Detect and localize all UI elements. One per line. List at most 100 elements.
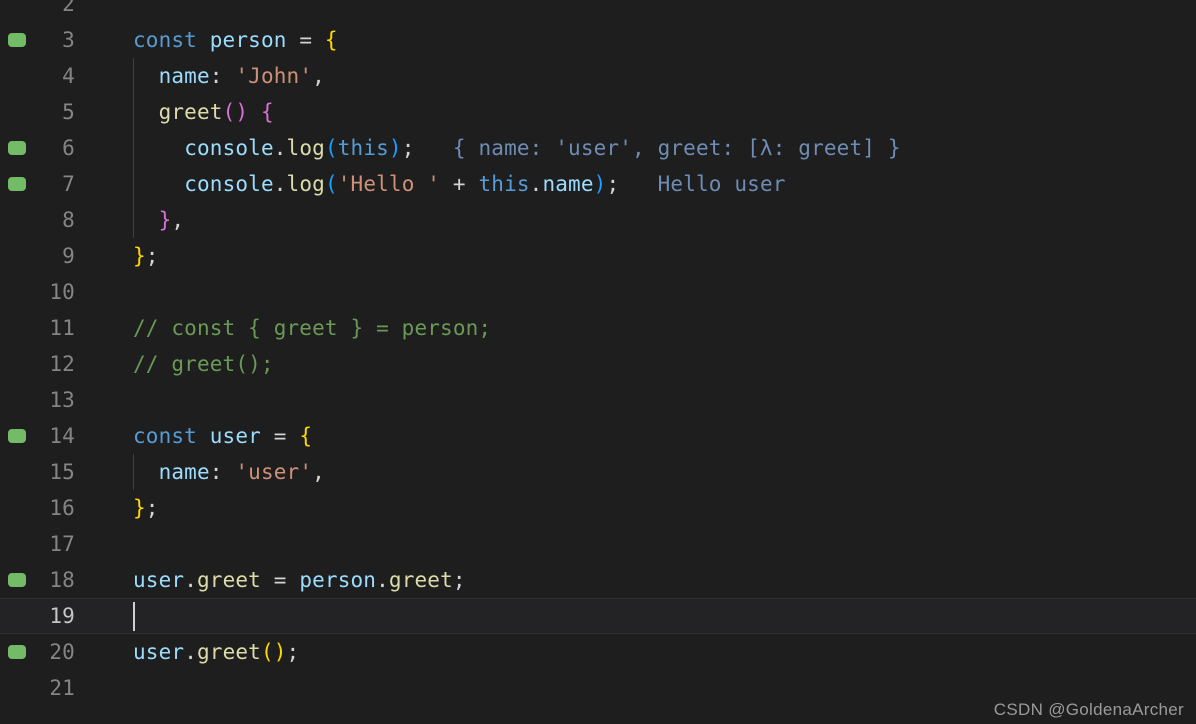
code-token: user [209, 424, 261, 448]
watermark: CSDN @GoldenaArcher [993, 700, 1184, 719]
code-token: : [209, 64, 223, 88]
line-code[interactable]: const person = { [133, 22, 338, 58]
code-token: { [324, 28, 338, 52]
code-token: ; [401, 136, 415, 160]
line-code[interactable]: }; [133, 238, 159, 274]
editor-line[interactable]: 16}; [0, 490, 1196, 526]
line-number: 4 [62, 64, 75, 88]
line-code[interactable]: // greet(); [133, 346, 274, 382]
code-token: name [158, 460, 210, 484]
editor-line[interactable]: 11 // const { greet } = person; [0, 310, 1196, 346]
line-code[interactable]: // const { greet } = person; [133, 310, 491, 346]
code-token: // greet(); [133, 352, 274, 376]
code-token: ( [324, 172, 338, 196]
code-token: ) [388, 136, 402, 160]
code-token: 'Hello ' [337, 172, 441, 196]
editor-line[interactable]: 13 [0, 382, 1196, 418]
editor-line[interactable]: 15 name: 'user', [0, 454, 1196, 490]
editor-line[interactable]: 17 [0, 526, 1196, 562]
code-token: + [452, 172, 466, 196]
line-code[interactable]: }; [133, 490, 159, 526]
line-code[interactable]: name: 'user', [133, 454, 325, 490]
line-code[interactable]: const user = { [133, 418, 312, 454]
line-number: 11 [49, 316, 75, 340]
editor-line[interactable]: 19 [0, 598, 1196, 634]
code-token: name [158, 64, 210, 88]
editor-line[interactable]: 5 greet() { [0, 94, 1196, 130]
code-editor[interactable]: 2 3 const person = {4 name: 'John', 5 greet… [0, 0, 1196, 724]
line-number: 18 [49, 568, 75, 592]
code-token: Hello user [619, 172, 786, 196]
code-token: = [273, 568, 287, 592]
editor-line[interactable]: 8 }, [0, 202, 1196, 238]
code-token: = [299, 28, 313, 52]
code-token: , [312, 460, 325, 484]
code-token: , [171, 208, 185, 232]
code-token: greet [196, 568, 261, 592]
code-token: { name: 'user', greet: [λ: greet] } [414, 136, 901, 160]
code-token: console [184, 172, 274, 196]
code-token: ) [235, 100, 249, 124]
code-token: ; [452, 568, 466, 592]
line-code[interactable]: name: 'John', [133, 58, 325, 94]
editor-line[interactable]: 2 [0, 0, 1196, 22]
code-token: ; [286, 640, 300, 664]
editor-line[interactable]: 4 name: 'John', [0, 58, 1196, 94]
editor-line[interactable]: 12 // greet(); [0, 346, 1196, 382]
editor-line[interactable]: 7 console.log('Hello ' + this.name); Hel… [0, 166, 1196, 202]
code-token: name [542, 172, 594, 196]
line-number: 14 [49, 424, 75, 448]
line-number: 12 [49, 352, 75, 376]
code-token: { [260, 100, 274, 124]
code-token: this [478, 172, 530, 196]
line-code[interactable]: console.log('Hello ' + this.name); Hello… [133, 166, 786, 202]
editor-line[interactable]: 10 [0, 274, 1196, 310]
code-token: . [184, 640, 197, 664]
line-code[interactable]: console.log(this); { name: 'user', greet… [133, 130, 901, 166]
editor-line[interactable]: 9}; [0, 238, 1196, 274]
line-number: 20 [49, 640, 75, 664]
line-code[interactable]: }, [133, 202, 184, 238]
line-number: 19 [49, 604, 75, 628]
line-code[interactable]: greet() { [133, 94, 274, 130]
editor-line[interactable]: 3 const person = { [0, 22, 1196, 58]
code-token: user [133, 568, 185, 592]
line-code[interactable]: user.greet = person.greet; [133, 562, 466, 598]
line-code[interactable]: user.greet(); [133, 634, 299, 670]
code-token: greet [196, 640, 261, 664]
code-token: ; [145, 244, 159, 268]
code-token: // const { greet } = person; [133, 316, 492, 340]
code-token: const [133, 424, 197, 448]
code-token: ( [222, 100, 236, 124]
line-number: 15 [49, 460, 75, 484]
code-token: this [337, 136, 389, 160]
editor-line[interactable]: 14 const user = { [0, 418, 1196, 454]
editor-line[interactable]: 6 console.log(this); { name: 'user', gre… [0, 130, 1196, 166]
editor-lines: 2 3 const person = {4 name: 'John', 5 greet… [0, 0, 1196, 706]
line-number: 5 [62, 100, 75, 124]
editor-line[interactable]: 18 user.greet = person.greet; [0, 562, 1196, 598]
code-token: ( [260, 640, 274, 664]
code-token: log [286, 136, 325, 160]
code-token: ) [593, 172, 607, 196]
code-token: } [133, 244, 146, 268]
code-token: } [158, 208, 172, 232]
code-token: ; [606, 172, 620, 196]
code-token: . [273, 136, 287, 160]
code-token: : [209, 460, 223, 484]
editor-line[interactable]: 20 user.greet(); [0, 634, 1196, 670]
code-token: 'John' [235, 64, 313, 88]
code-token: const [133, 28, 197, 52]
code-token: greet [158, 100, 223, 124]
